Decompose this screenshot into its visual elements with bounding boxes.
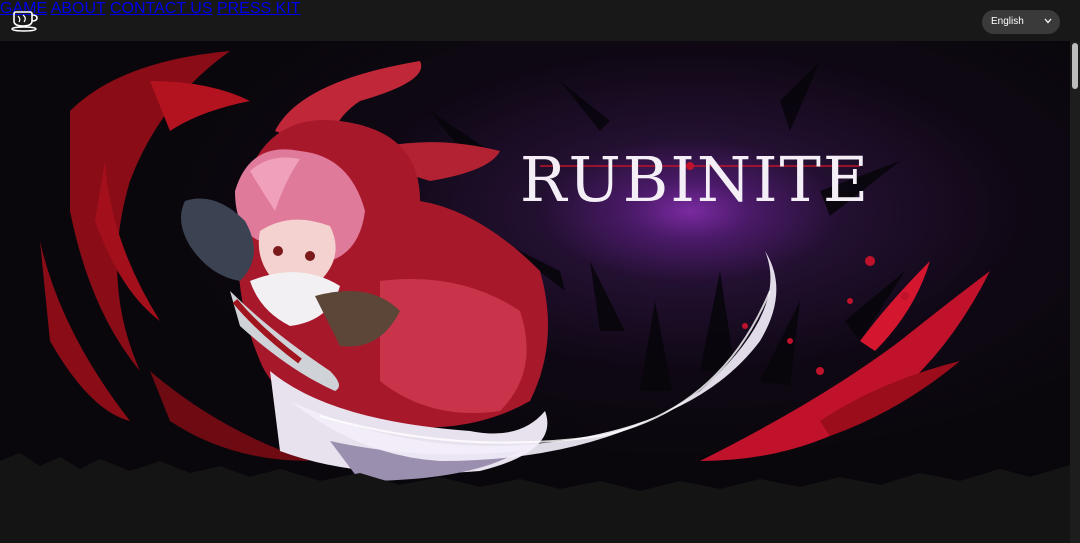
page-scrollbar[interactable] — [1070, 41, 1080, 543]
nav-contact-us-link[interactable]: CONTACT US — [110, 0, 213, 17]
top-navigation-bar: GAME ABOUT CONTACT US PRESS KIT English — [0, 0, 1080, 41]
character-illustration — [181, 61, 548, 481]
scrollbar-thumb[interactable] — [1072, 43, 1078, 89]
language-select[interactable]: English — [982, 10, 1060, 34]
game-title-text: RUBINITE — [520, 143, 870, 216]
nav-press-kit-link[interactable]: PRESS KIT — [217, 0, 301, 17]
game-title-logo: RUBINITE — [520, 143, 870, 216]
teacup-logo-icon[interactable] — [10, 10, 40, 32]
chevron-down-icon — [1044, 18, 1052, 24]
hero-artwork: RUBINITE — [0, 51, 1070, 543]
nav-about-link[interactable]: ABOUT — [51, 0, 106, 17]
hero-banner: RUBINITE — [0, 41, 1070, 543]
language-select-value: English — [991, 16, 1024, 27]
ground-silhouette — [0, 453, 1070, 543]
